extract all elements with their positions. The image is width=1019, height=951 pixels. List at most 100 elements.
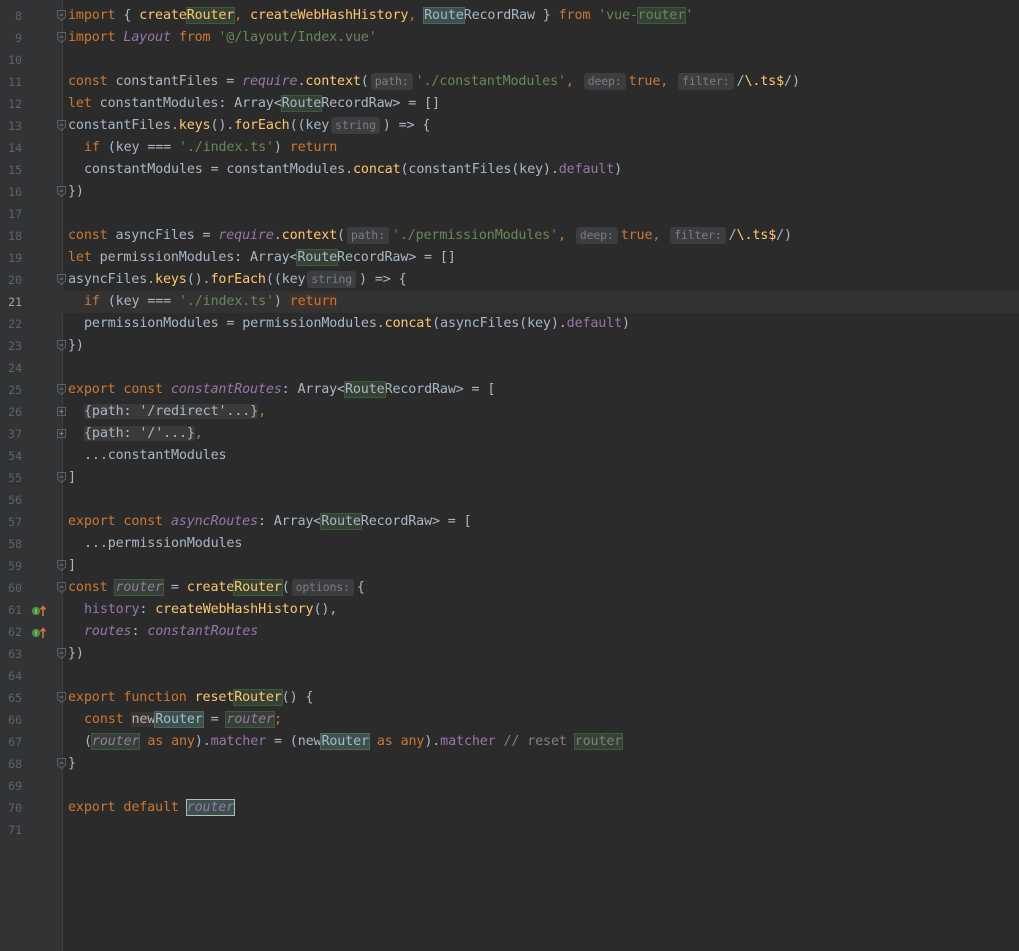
code-text[interactable]: if (key === './index.ts') return [84,291,337,313]
fold-icon[interactable] [57,186,66,197]
code-token: Route [280,95,323,112]
code-line[interactable]: 69 [0,775,1019,797]
code-text[interactable]: const asyncFiles = require.context(path:… [68,225,792,247]
code-text[interactable]: import { createRouter, createWebHashHist… [68,5,693,27]
code-line[interactable]: 20 asyncFiles.keys().forEach((key string) … [0,269,1019,291]
code-text[interactable]: constantModules = constantModules.concat… [84,159,622,181]
code-line[interactable]: 9 import Layout from '@/layout/Index.vue' [0,27,1019,49]
code-line[interactable]: 54 ...constantModules [0,445,1019,467]
code-text[interactable]: ...permissionModules [84,533,242,555]
code-text[interactable]: routes: constantRoutes [84,621,258,643]
code-line[interactable]: 18 const asyncFiles = require.context(pat… [0,225,1019,247]
code-line[interactable]: 65 export function resetRouter() { [0,687,1019,709]
code-line[interactable]: 67 (router as any).matcher = (newRouter a… [0,731,1019,753]
folded-region[interactable]: {path: '/redirect'...} [84,404,258,419]
code-text[interactable]: ...constantModules [84,445,227,467]
code-text[interactable]: const constantFiles = require.context(pa… [68,71,800,93]
fold-icon[interactable] [57,428,66,439]
fold-icon[interactable] [57,340,66,351]
code-line[interactable]: 57 export const asyncRoutes: Array<RouteR… [0,511,1019,533]
code-token: ) [791,74,800,89]
code-line[interactable]: 68} [0,753,1019,775]
code-text[interactable]: permissionModules = permissionModules.co… [84,313,630,335]
code-text[interactable]: asyncFiles.keys().forEach((key string) =>… [68,269,407,291]
code-token: router [573,733,624,750]
code-line[interactable]: 66 const newRouter = router; [0,709,1019,731]
code-text[interactable]: constantFiles.keys().forEach((key string)… [68,115,430,137]
code-line[interactable]: 63}) [0,643,1019,665]
code-text[interactable]: const newRouter = router; [84,709,282,731]
code-line[interactable]: 23}) [0,335,1019,357]
code-text[interactable]: import Layout from '@/layout/Index.vue' [68,27,377,49]
code-line[interactable]: 71 [0,819,1019,841]
code-text[interactable]: ] [68,555,76,577]
code-line[interactable]: 24 [0,357,1019,379]
code-line[interactable]: 11 const constantFiles = require.context(… [0,71,1019,93]
code-token: ) [614,162,623,177]
fold-icon[interactable] [57,32,66,43]
fold-icon[interactable] [57,648,66,659]
code-token: = [162,580,187,595]
code-line[interactable]: 22 permissionModules = permissionModules.… [0,313,1019,335]
fold-icon[interactable] [57,274,66,285]
code-token: RecordRaw> = [ [384,382,496,397]
code-text[interactable]: export default router [68,797,236,819]
code-line[interactable]: 55] [0,467,1019,489]
fold-icon[interactable] [57,384,66,395]
code-token: (). [186,272,211,287]
code-text[interactable]: let constantModules: Array<RouteRecordRa… [68,93,440,115]
fold-icon[interactable] [57,10,66,21]
code-line[interactable]: 62 Iroutes: constantRoutes [0,621,1019,643]
code-line[interactable]: 17 [0,203,1019,225]
code-line[interactable]: 58 ...permissionModules [0,533,1019,555]
code-text[interactable]: export const constantRoutes: Array<Route… [68,379,495,401]
code-line[interactable]: 12 let constantModules: Array<RouteRecord… [0,93,1019,115]
fold-icon[interactable] [57,406,66,417]
code-text[interactable]: } [68,753,76,775]
code-token: matcher [440,734,496,749]
code-text[interactable]: ] [68,467,76,489]
code-line[interactable]: 64 [0,665,1019,687]
code-token: '@/layout/Index.vue' [218,30,377,45]
code-text[interactable]: const router = createRouter(options:{ [68,577,365,599]
code-line[interactable]: 60 const router = createRouter(options:{ [0,577,1019,599]
code-line[interactable]: 26 {path: '/redirect'...}, [0,401,1019,423]
code-line[interactable]: 59] [0,555,1019,577]
implementing-method-icon[interactable]: I [31,625,47,639]
code-text[interactable]: let permissionModules: Array<RouteRecord… [68,247,456,269]
code-line[interactable]: 8 import { createRouter, createWebHashHis… [0,5,1019,27]
code-text[interactable]: if (key === './index.ts') return [84,137,337,159]
code-text[interactable]: }) [68,181,84,203]
code-line[interactable]: 21 if (key === './index.ts') return [0,291,1019,313]
fold-icon[interactable] [57,472,66,483]
code-line[interactable]: 15 constantModules = constantModules.conc… [0,159,1019,181]
code-line[interactable]: 13 constantFiles.keys().forEach((key strin… [0,115,1019,137]
fold-icon[interactable] [57,758,66,769]
code-line[interactable]: 61 Ihistory: createWebHashHistory(), [0,599,1019,621]
code-text[interactable]: }) [68,643,84,665]
fold-icon[interactable] [57,692,66,703]
folded-region[interactable]: {path: '/'...} [84,426,195,441]
code-token: : Array< [281,382,345,397]
code-line[interactable]: 10 [0,49,1019,71]
code-text[interactable]: history: createWebHashHistory(), [84,599,337,621]
fold-icon[interactable] [57,120,66,131]
fold-icon[interactable] [57,582,66,593]
code-text[interactable]: export function resetRouter() { [68,687,313,709]
code-text[interactable]: (router as any).matcher = (newRouter as … [84,731,624,753]
code-text[interactable]: {path: '/'...}, [84,423,203,445]
code-text[interactable]: export const asyncRoutes: Array<RouteRec… [68,511,472,533]
code-line[interactable]: 16}) [0,181,1019,203]
code-line[interactable]: 14 if (key === './index.ts') return [0,137,1019,159]
code-text[interactable]: {path: '/redirect'...}, [84,401,266,423]
code-line[interactable]: 56 [0,489,1019,511]
code-line[interactable]: 37 {path: '/'...}, [0,423,1019,445]
code-line[interactable]: 25 export const constantRoutes: Array<Rou… [0,379,1019,401]
fold-icon[interactable] [57,560,66,571]
code-line[interactable]: 19 let permissionModules: Array<RouteReco… [0,247,1019,269]
code-text[interactable]: }) [68,335,84,357]
code-token: Router [233,689,283,706]
code-line[interactable]: 70 export default router [0,797,1019,819]
implementing-method-icon[interactable]: I [31,603,47,617]
